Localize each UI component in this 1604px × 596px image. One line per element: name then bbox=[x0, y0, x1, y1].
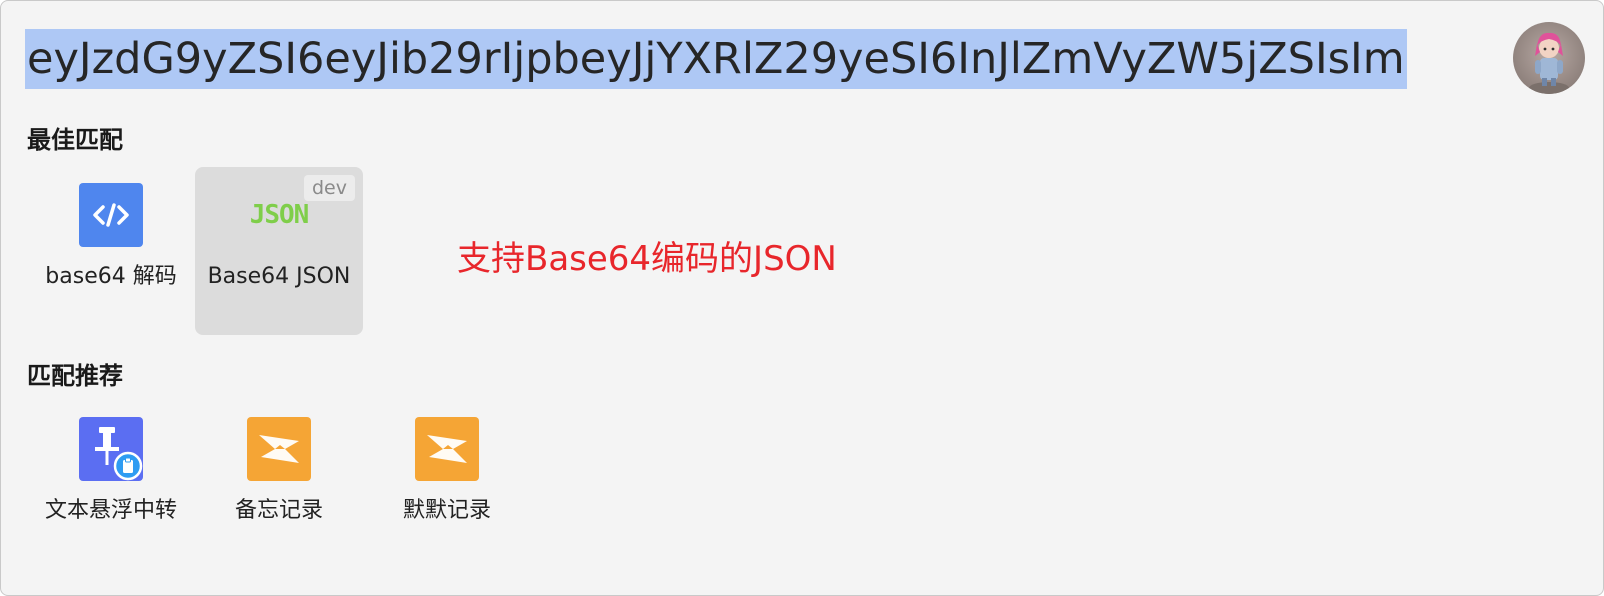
section-title-best-match: 最佳匹配 bbox=[27, 126, 123, 154]
app-label: 默默记录 bbox=[402, 498, 491, 523]
app-label: 文本悬浮中转 bbox=[44, 498, 177, 523]
search-input[interactable]: eyJzdG9yZSI6eyJib29rIjpbeyJjYXRlZ29yeSI6… bbox=[25, 29, 1407, 89]
dev-badge: dev bbox=[304, 175, 355, 201]
avatar-figure-icon bbox=[1529, 32, 1569, 94]
app-tile-base64-json[interactable]: dev JSON Base64 JSON bbox=[195, 167, 363, 335]
sparkle-note-icon bbox=[415, 417, 479, 481]
app-tile-silent-record[interactable]: 默默记录 bbox=[363, 401, 531, 569]
pin-clipboard-icon bbox=[79, 417, 143, 481]
section-title-recommend: 匹配推荐 bbox=[27, 362, 123, 390]
launcher-window: eyJzdG9yZSI6eyJib29rIjpbeyJjYXRlZ29yeSI6… bbox=[0, 0, 1604, 596]
app-label: 备忘记录 bbox=[234, 498, 323, 523]
app-tile-text-float-relay[interactable]: 文本悬浮中转 bbox=[27, 401, 195, 569]
json-icon: JSON bbox=[249, 200, 310, 230]
app-label: base64 解码 bbox=[45, 264, 177, 289]
avatar[interactable] bbox=[1513, 22, 1585, 94]
app-tile-base64-decode[interactable]: base64 解码 bbox=[27, 167, 195, 335]
search-row: eyJzdG9yZSI6eyJib29rIjpbeyJjYXRlZ29yeSI6… bbox=[25, 29, 1505, 89]
app-label: Base64 JSON bbox=[207, 264, 351, 289]
app-tile-memo-record[interactable]: 备忘记录 bbox=[195, 401, 363, 569]
code-brackets-icon bbox=[79, 183, 143, 247]
sparkle-note-icon bbox=[247, 417, 311, 481]
annotation-text: 支持Base64编码的JSON bbox=[457, 239, 837, 279]
